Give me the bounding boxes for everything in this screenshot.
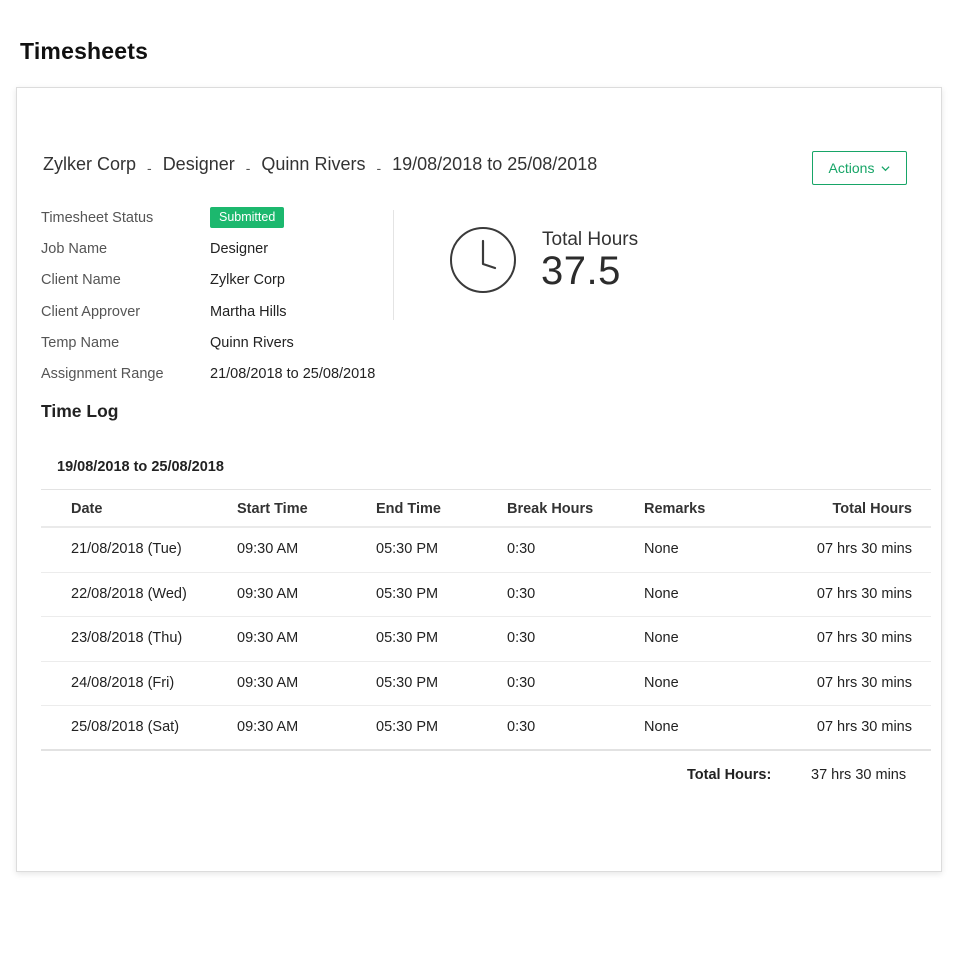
cell-remarks: None	[644, 630, 679, 646]
breadcrumb-job: Designer	[163, 154, 235, 175]
detail-value: Martha Hills	[210, 304, 287, 320]
table-row: 22/08/2018 (Wed) 09:30 AM 05:30 PM 0:30 …	[41, 573, 931, 618]
table-total-value: 37 hrs 30 mins	[811, 767, 906, 783]
breadcrumb-range: 19/08/2018 to 25/08/2018	[392, 154, 597, 175]
breadcrumb-temp: Quinn Rivers	[261, 154, 365, 175]
timesheet-card: Zylker Corp - Designer - Quinn Rivers - …	[16, 87, 942, 872]
vertical-divider	[393, 210, 394, 320]
detail-value: Designer	[210, 241, 268, 257]
status-badge: Submitted	[210, 207, 284, 228]
val-holder: Submitted	[210, 210, 284, 231]
breadcrumb-separator: -	[376, 160, 381, 176]
detail-label: Client Approver	[41, 304, 140, 320]
time-log-title: Time Log	[41, 401, 118, 422]
detail-value: 21/08/2018 to 25/08/2018	[210, 366, 375, 382]
cell-remarks: None	[644, 586, 679, 602]
page-title: Timesheets	[20, 38, 148, 65]
table-row: 24/08/2018 (Fri) 09:30 AM 05:30 PM 0:30 …	[41, 662, 931, 707]
detail-approver: Client Approver Martha Hills	[41, 304, 401, 324]
table-body: 21/08/2018 (Tue) 09:30 AM 05:30 PM 0:30 …	[41, 528, 931, 751]
column-header-end-time: End Time	[376, 501, 441, 517]
detail-label: Job Name	[41, 241, 107, 257]
cell-start-time: 09:30 AM	[237, 586, 298, 602]
cell-break-hours: 0:30	[507, 541, 535, 557]
cell-remarks: None	[644, 719, 679, 735]
cell-start-time: 09:30 AM	[237, 719, 298, 735]
column-header-start-time: Start Time	[237, 501, 308, 517]
total-hours-label: Total Hours	[542, 229, 638, 251]
cell-break-hours: 0:30	[507, 630, 535, 646]
total-hours-value: 37.5	[541, 249, 621, 294]
cell-start-time: 09:30 AM	[237, 541, 298, 557]
cell-end-time: 05:30 PM	[376, 586, 438, 602]
cell-remarks: None	[644, 541, 679, 557]
table-header: Date Start Time End Time Break Hours Rem…	[41, 489, 931, 528]
cell-date: 21/08/2018 (Tue)	[71, 541, 182, 557]
chevron-down-icon	[881, 164, 890, 173]
detail-range: Assignment Range 21/08/2018 to 25/08/201…	[41, 366, 401, 386]
detail-value: Zylker Corp	[210, 272, 285, 288]
breadcrumb: Zylker Corp - Designer - Quinn Rivers - …	[43, 154, 597, 175]
cell-date: 25/08/2018 (Sat)	[71, 719, 179, 735]
column-header-date: Date	[71, 501, 102, 517]
cell-remarks: None	[644, 675, 679, 691]
table-row: 23/08/2018 (Thu) 09:30 AM 05:30 PM 0:30 …	[41, 617, 931, 662]
detail-label: Assignment Range	[41, 366, 164, 382]
cell-end-time: 05:30 PM	[376, 719, 438, 735]
cell-date: 22/08/2018 (Wed)	[71, 586, 187, 602]
actions-label: Actions	[829, 160, 875, 176]
detail-job: Job Name Designer	[41, 241, 401, 261]
detail-value: Quinn Rivers	[210, 335, 294, 351]
time-log-range: 19/08/2018 to 25/08/2018	[57, 459, 224, 475]
clock-icon	[449, 226, 517, 294]
detail-label: Client Name	[41, 272, 121, 288]
column-header-total-hours: Total Hours	[833, 501, 912, 517]
cell-total-hours: 07 hrs 30 mins	[817, 675, 912, 691]
cell-total-hours: 07 hrs 30 mins	[817, 719, 912, 735]
cell-break-hours: 0:30	[507, 719, 535, 735]
cell-date: 23/08/2018 (Thu)	[71, 630, 182, 646]
cell-end-time: 05:30 PM	[376, 675, 438, 691]
cell-end-time: 05:30 PM	[376, 630, 438, 646]
actions-button[interactable]: Actions	[812, 151, 907, 185]
table-row: 25/08/2018 (Sat) 09:30 AM 05:30 PM 0:30 …	[41, 706, 931, 751]
table-total-label: Total Hours:	[687, 767, 771, 783]
detail-temp: Temp Name Quinn Rivers	[41, 335, 401, 355]
cell-date: 24/08/2018 (Fri)	[71, 675, 174, 691]
cell-start-time: 09:30 AM	[237, 630, 298, 646]
cell-total-hours: 07 hrs 30 mins	[817, 541, 912, 557]
cell-total-hours: 07 hrs 30 mins	[817, 630, 912, 646]
column-header-remarks: Remarks	[644, 501, 705, 517]
column-header-break-hours: Break Hours	[507, 501, 593, 517]
cell-break-hours: 0:30	[507, 675, 535, 691]
detail-label: Temp Name	[41, 335, 119, 351]
cell-total-hours: 07 hrs 30 mins	[817, 586, 912, 602]
cell-break-hours: 0:30	[507, 586, 535, 602]
breadcrumb-client: Zylker Corp	[43, 154, 136, 175]
time-log-table: Date Start Time End Time Break Hours Rem…	[41, 489, 931, 751]
cell-end-time: 05:30 PM	[376, 541, 438, 557]
breadcrumb-separator: -	[246, 160, 251, 176]
breadcrumb-separator: -	[147, 160, 152, 176]
cell-start-time: 09:30 AM	[237, 675, 298, 691]
detail-label: Timesheet Status	[41, 210, 153, 226]
detail-status: Timesheet Status Submitted	[41, 210, 401, 230]
detail-client: Client Name Zylker Corp	[41, 272, 401, 292]
table-row: 21/08/2018 (Tue) 09:30 AM 05:30 PM 0:30 …	[41, 528, 931, 573]
